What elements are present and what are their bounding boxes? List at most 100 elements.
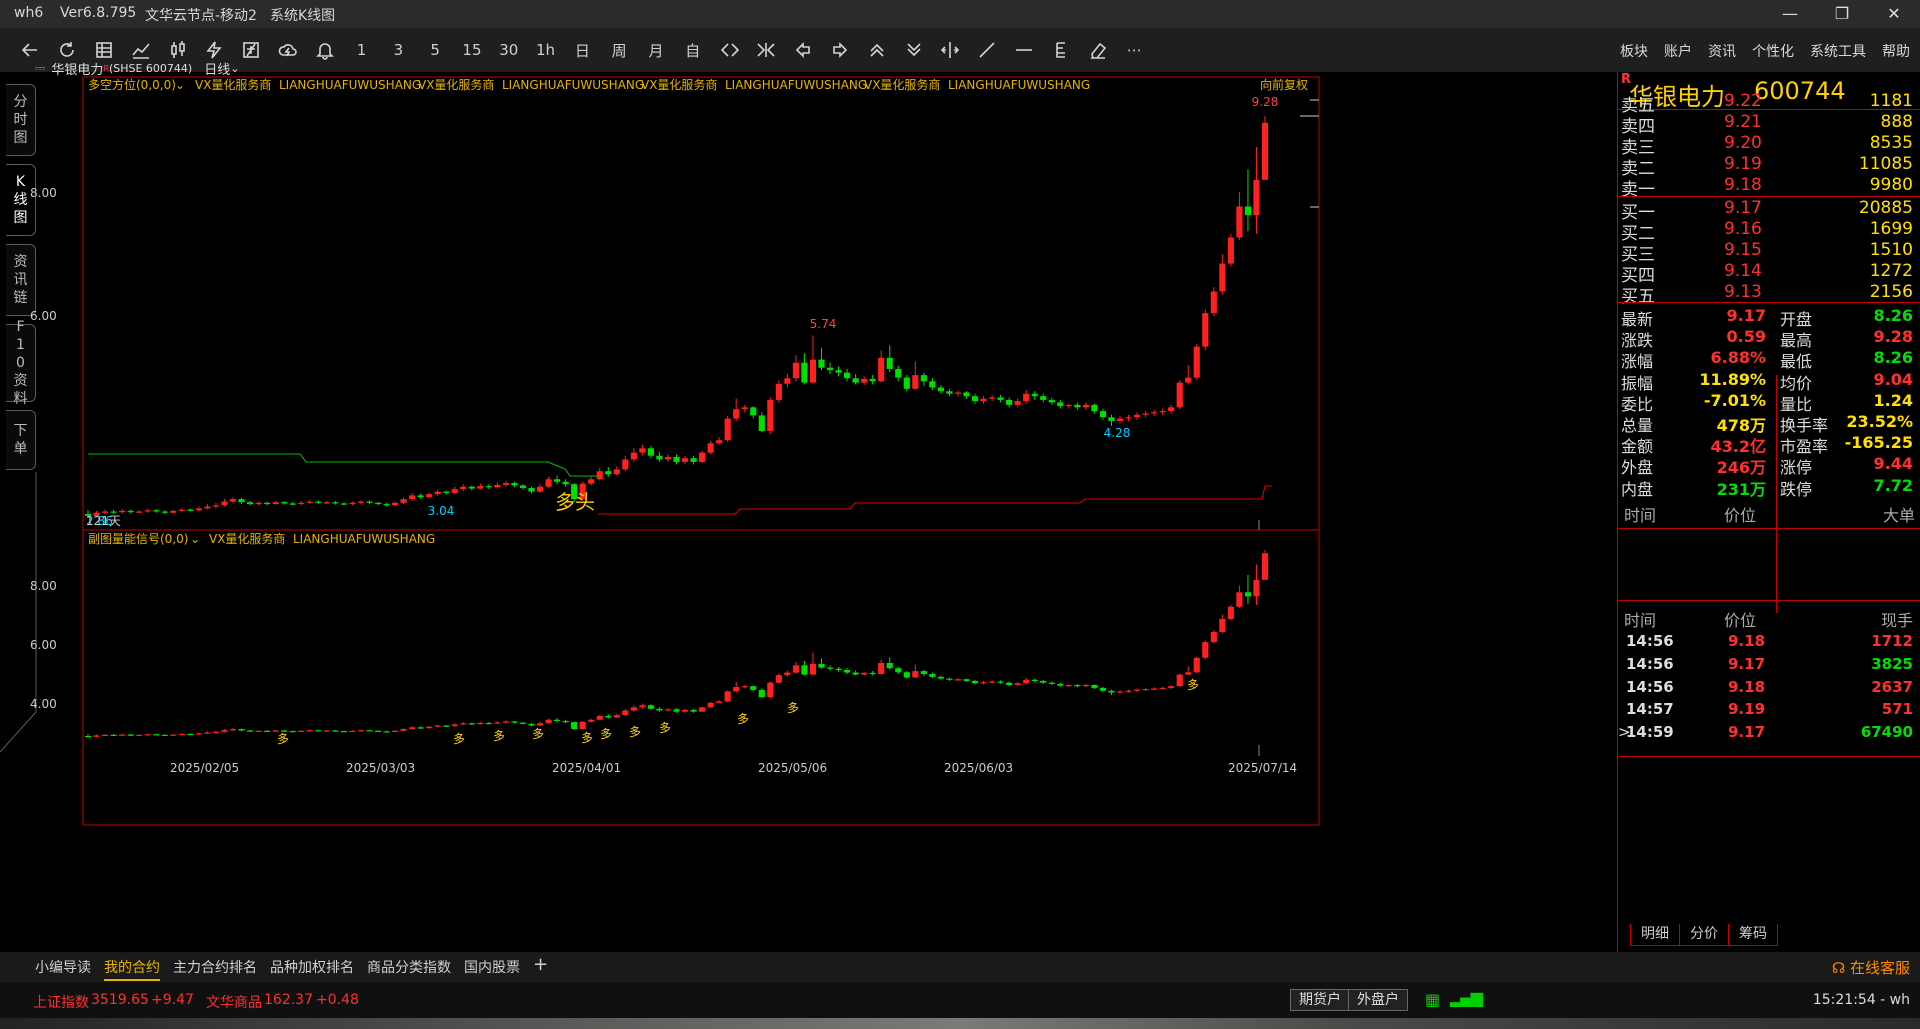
period-custom[interactable]: 自 [674, 37, 711, 63]
tab-price-dist[interactable]: 分价 [1679, 924, 1729, 946]
index1-name[interactable]: 上证指数 [33, 992, 89, 1012]
sub-indicator-name[interactable]: 副图量能信号(0,0) [88, 532, 188, 546]
candle-body [835, 668, 842, 670]
candle-body [1219, 618, 1226, 632]
online-service[interactable]: ☊ 在线客服 [1832, 957, 1910, 978]
hline-icon[interactable] [1006, 37, 1043, 63]
candle-body [724, 691, 731, 702]
draw-line-icon[interactable] [969, 37, 1006, 63]
chart-period-select[interactable]: 日线 [204, 59, 230, 78]
zoom-out-icon[interactable] [895, 37, 932, 63]
menu-news[interactable]: 资讯 [1708, 41, 1736, 61]
candle-body [246, 502, 254, 505]
candle-body [391, 730, 399, 732]
period-5[interactable]: 5 [417, 37, 454, 63]
index1-value: 3519.65 [91, 992, 149, 1008]
tab-domestic-stocks[interactable]: 国内股票 [464, 957, 520, 981]
period-3[interactable]: 3 [380, 37, 417, 63]
tab-editor-guide[interactable]: 小编导读 [35, 957, 91, 981]
candle-body [204, 732, 211, 734]
period-week[interactable]: 周 [601, 37, 638, 63]
foreign-account-button[interactable]: 外盘户 [1348, 989, 1408, 1011]
candle-body [1116, 418, 1124, 422]
futures-account-button[interactable]: 期货户 [1290, 989, 1350, 1011]
candle-body [315, 730, 322, 732]
candle-body [852, 378, 859, 383]
period-dropdown-icon[interactable]: ⌄ [230, 62, 239, 75]
more-icon[interactable]: ⋯ [1116, 37, 1153, 63]
candle-body [818, 359, 825, 368]
candle-body [383, 504, 390, 506]
tab-chips[interactable]: 筹码 [1728, 924, 1778, 946]
tab-detail[interactable]: 明细 [1630, 924, 1680, 946]
tab-my-contracts[interactable]: 我的合约 [104, 957, 160, 981]
sub-indicator-dropdown-icon[interactable]: ⌄ [190, 532, 200, 546]
candle-body [1023, 679, 1030, 684]
period-month[interactable]: 月 [638, 37, 675, 63]
menu-help[interactable]: 帮助 [1882, 41, 1910, 61]
candle-body [1125, 417, 1132, 419]
period-15[interactable]: 15 [454, 37, 491, 63]
menu-account[interactable]: 账户 [1664, 41, 1692, 61]
period-1h[interactable]: 1h [527, 37, 564, 63]
candle-body [946, 391, 953, 394]
shrink-icon[interactable] [748, 37, 785, 63]
cloud-icon[interactable] [270, 37, 307, 63]
candle-body [1074, 685, 1081, 687]
panel-bottom-tabs: 明细 分价 筹码 [1630, 924, 1778, 946]
menu-personalize[interactable]: 个性化 [1752, 41, 1794, 61]
candle-body [852, 672, 859, 675]
server-node[interactable]: 文华云节点-移动2 [145, 5, 257, 25]
candle-body [1236, 206, 1243, 238]
ticks-bottom-separator [1618, 756, 1920, 757]
main-indicator-dropdown-icon[interactable]: ⌄ [175, 78, 185, 92]
candle-body [289, 731, 296, 733]
period-30[interactable]: 30 [490, 37, 527, 63]
period-1[interactable]: 1 [343, 37, 380, 63]
zoom-in-icon[interactable] [858, 37, 895, 63]
candle-body [622, 459, 629, 470]
minimize-icon[interactable]: — [1764, 0, 1816, 28]
add-tab-button[interactable]: + [533, 956, 548, 981]
link-icon[interactable]: ⎓ [35, 61, 45, 76]
contract-tab-bar: 小编导读 我的合约 主力合约排名 品种加权排名 商品分类指数 国内股票 + ☊ … [0, 952, 1920, 982]
text-tool-icon[interactable] [1042, 37, 1079, 63]
step-right-icon[interactable] [822, 37, 859, 63]
step-left-icon[interactable] [785, 37, 822, 63]
main-indicator-name[interactable]: 多空方位(0,0,0) [88, 77, 176, 92]
signal-bull-big: 多头 [555, 490, 595, 514]
candle-body [613, 469, 620, 475]
candle-body [264, 730, 271, 732]
candle-body [1142, 413, 1149, 415]
chart-symbol-name: 华银电力 [51, 63, 104, 78]
menu-sector[interactable]: 板块 [1620, 41, 1648, 61]
candle-body [400, 499, 407, 503]
menu-system-tools[interactable]: 系统工具 [1810, 41, 1866, 61]
candle-body [1227, 237, 1234, 264]
adjust-mode[interactable]: 向前复权 [1260, 77, 1308, 92]
candle-body [946, 678, 953, 680]
close-icon[interactable]: ✕ [1868, 0, 1920, 28]
chart-symbol-code: (SHSE 600744) [108, 62, 193, 75]
eraser-icon[interactable] [1079, 37, 1116, 63]
tab-main-ranking[interactable]: 主力合约排名 [173, 957, 257, 981]
index2-name[interactable]: 文华商品 [206, 992, 262, 1012]
period-day[interactable]: 日 [564, 37, 601, 63]
candle-body [826, 667, 834, 669]
expand-icon[interactable] [711, 37, 748, 63]
tab-weighted-ranking[interactable]: 品种加权排名 [270, 957, 354, 981]
candle-body [784, 378, 791, 384]
candle-body [119, 734, 126, 736]
tab-category-index[interactable]: 商品分类指数 [367, 957, 451, 981]
chart-area[interactable]: ▬ 多空方位(0,0,0) ⌄ VX量化服务商LIANGHUAFUWUSHANG… [0, 72, 1617, 952]
candle-body [997, 681, 1004, 683]
crosshair-icon[interactable] [932, 37, 969, 63]
restore-icon[interactable]: ❐ [1816, 0, 1868, 28]
candle-body [332, 730, 339, 732]
candle-body [741, 686, 748, 688]
candle-body [1261, 122, 1269, 180]
bell-icon[interactable] [306, 37, 343, 63]
candle-body [707, 443, 714, 453]
candle-body [758, 689, 765, 698]
toolbar: 1 3 5 15 30 1h 日 周 月 自 ⋯ 板块 账户 资讯 个性化 系统… [0, 28, 1920, 72]
